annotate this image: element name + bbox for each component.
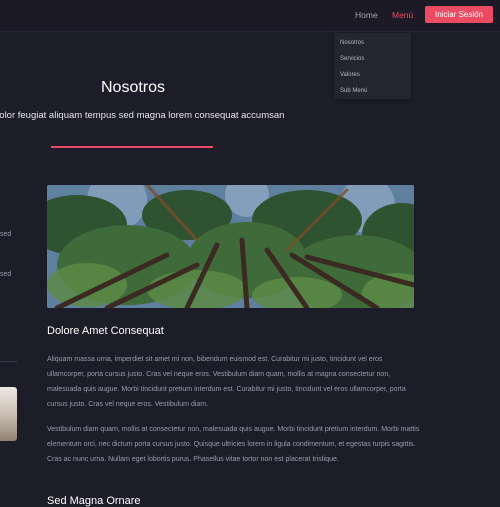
page-title: Nosotros: [101, 79, 166, 96]
nav-menu-link[interactable]: Menú: [392, 10, 413, 20]
dropdown-item-sub-menu[interactable]: Sub Menú: [340, 88, 367, 94]
next-section-heading: Sed Magna Ornare: [47, 495, 141, 507]
page-subtitle: dolor feugiat aliquam tempus sed magna l…: [0, 110, 285, 121]
dropdown-item-servicios[interactable]: Servicios: [340, 56, 364, 62]
dropdown-item-nosotros[interactable]: Nosotros: [340, 40, 364, 46]
menu-dropdown: Nosotros Servicios Valores Sub Menú: [334, 33, 411, 99]
sidebar-text-fragment: sed: [0, 231, 12, 238]
nav-home-link[interactable]: Home: [355, 10, 378, 20]
sidebar-divider: [0, 361, 17, 362]
top-navbar: Home Menú Iniciar Sesión: [0, 0, 500, 32]
sidebar-thumbnail[interactable]: [0, 387, 17, 441]
section-heading: Dolore Amet Consequat: [47, 325, 164, 337]
sidebar-text-fragment: sed: [0, 271, 12, 278]
dropdown-item-valores[interactable]: Valores: [340, 72, 360, 78]
accent-divider: [51, 146, 213, 148]
article-paragraph: Aliquam massa urna, imperdiet sit amet m…: [47, 356, 406, 408]
article-paragraph: Vestibulum diam quam, mollis at consecte…: [47, 426, 420, 463]
hero-image-forest: [47, 185, 414, 308]
login-button[interactable]: Iniciar Sesión: [425, 6, 493, 23]
